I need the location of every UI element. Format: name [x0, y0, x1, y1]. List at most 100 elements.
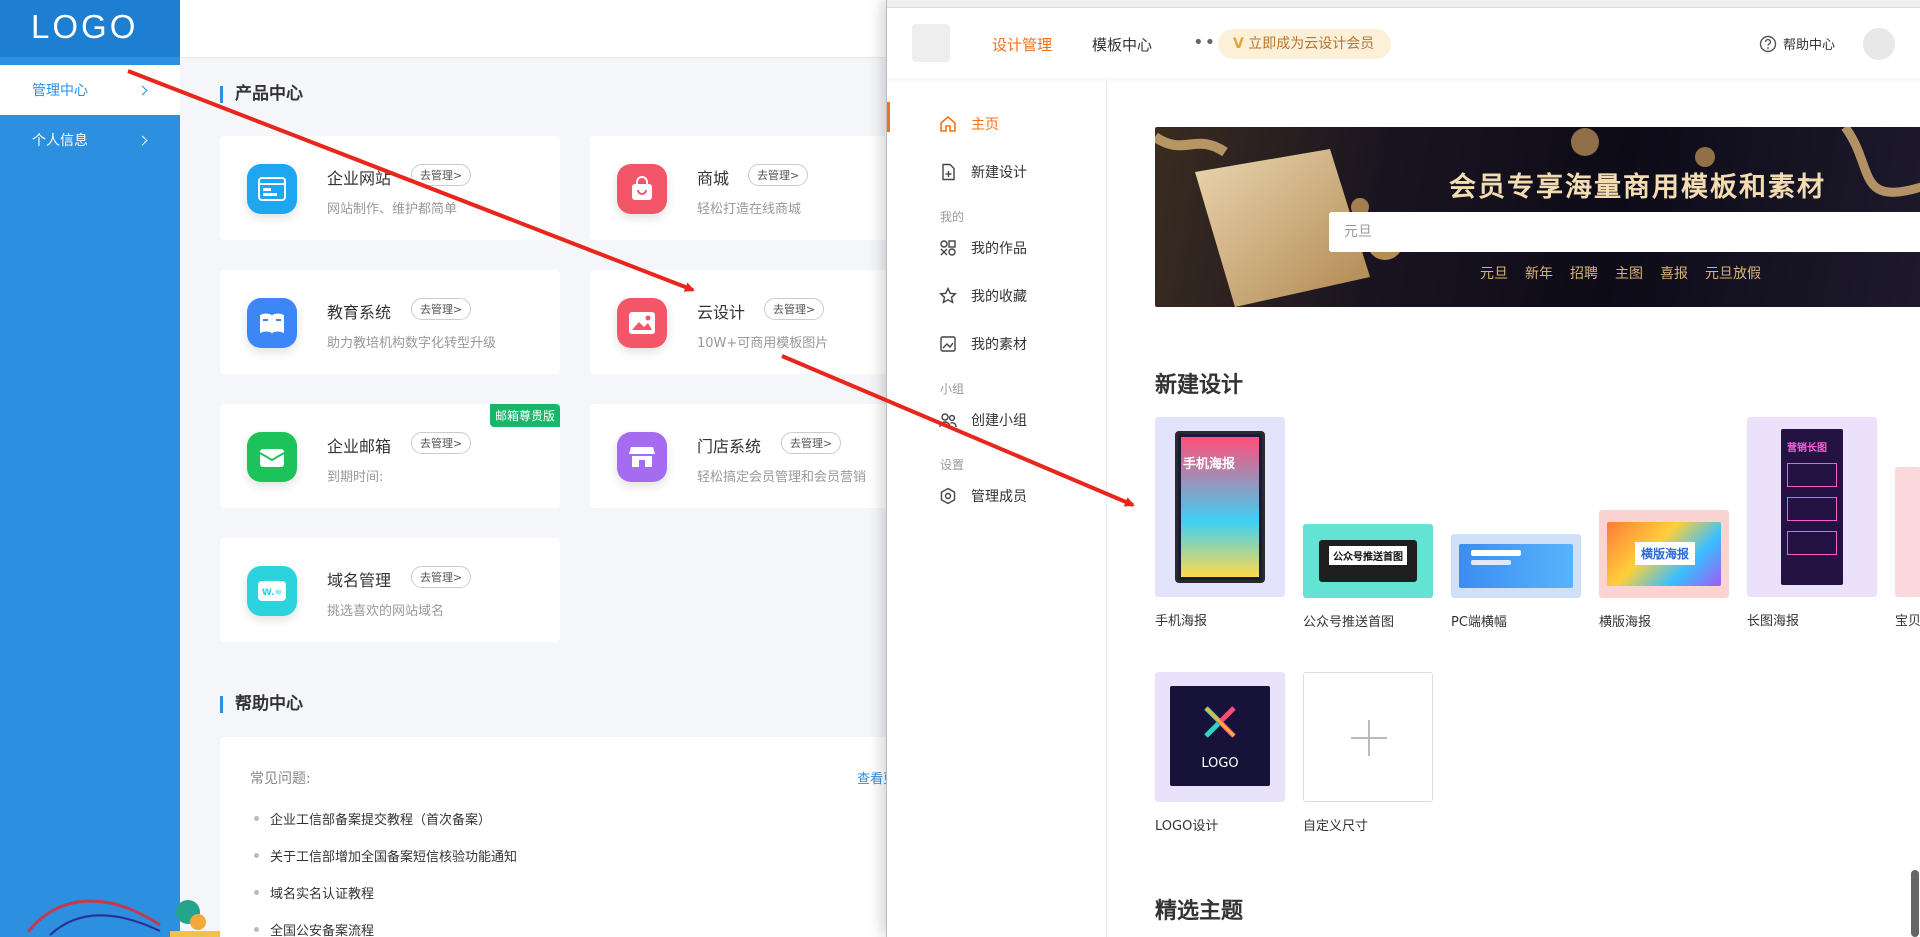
sidebar-item-profile[interactable]: 个人信息: [0, 115, 180, 165]
hot-tag[interactable]: 元旦: [1480, 263, 1508, 283]
logo-mark-icon: [1204, 706, 1236, 738]
hot-tag[interactable]: 主图: [1615, 263, 1643, 283]
template-thumb: 横版海报: [1599, 510, 1729, 598]
template-label: 手机海报: [1155, 614, 1208, 629]
image-icon: [617, 298, 667, 348]
template-logo-design[interactable]: LOGO LOGO设计: [1155, 672, 1285, 834]
settings-icon: [940, 487, 956, 505]
hot-tag[interactable]: 招聘: [1570, 263, 1598, 283]
nav-design-manage[interactable]: 设计管理: [992, 34, 1052, 55]
banner-slogan: 会员专享海量商用模板和素材: [1449, 172, 1826, 203]
manage-button[interactable]: 去管理>: [781, 432, 842, 454]
sidebar-item-label: 管理中心: [32, 83, 88, 99]
logo: LOGO: [0, 0, 180, 57]
template-thumb: [1303, 672, 1433, 802]
design-nav-label: 我的作品: [971, 241, 1027, 257]
template-product-image[interactable]: 宝贝: [1895, 467, 1920, 629]
become-vip-button[interactable]: V 立即成为云设计会员: [1218, 29, 1392, 59]
help-center-title: 帮助中心: [220, 696, 303, 713]
product-card-cloud-design[interactable]: 云设计 去管理> 10W+可商用模板图片: [590, 270, 930, 374]
hot-tag[interactable]: 喜报: [1660, 263, 1688, 283]
premium-badge: 邮箱尊贵版: [489, 404, 560, 427]
group-label-mine: 我的: [940, 210, 965, 224]
faq-item[interactable]: 全国公安备案流程: [253, 920, 374, 937]
app-logo-icon[interactable]: [912, 24, 950, 62]
product-desc: 网站制作、维护都简单: [327, 202, 458, 217]
faq-item[interactable]: 关于工信部增加全国备案短信核验功能通知: [253, 846, 517, 865]
help-center-link[interactable]: 帮助中心: [1759, 34, 1835, 53]
design-nav-my-materials[interactable]: 我的素材: [939, 334, 1027, 354]
product-desc: 10W+可商用模板图片: [697, 336, 829, 351]
template-custom-size[interactable]: 自定义尺寸: [1303, 672, 1433, 834]
thumb-text: 营销长图: [1787, 443, 1827, 454]
works-icon: [940, 240, 956, 256]
hot-tag[interactable]: 元旦放假: [1705, 263, 1761, 283]
nav-template-center[interactable]: 模板中心: [1092, 34, 1152, 55]
manage-button[interactable]: 去管理>: [411, 432, 472, 454]
team-icon: [939, 413, 957, 428]
sidebar-item-label: 个人信息: [32, 133, 88, 149]
product-name: 商城: [697, 169, 730, 188]
manage-button[interactable]: 去管理>: [748, 164, 809, 186]
product-card-website[interactable]: 企业网站 去管理> 网站制作、维护都简单: [220, 136, 560, 240]
product-card-store[interactable]: 门店系统 去管理> 轻松搞定会员管理和会员营销: [590, 404, 930, 508]
design-nav-label: 新建设计: [971, 165, 1027, 181]
template-label: 自定义尺寸: [1303, 819, 1369, 834]
design-nav-new-design[interactable]: 新建设计: [939, 162, 1027, 182]
template-long-poster[interactable]: 营销长图 长图海报: [1747, 417, 1877, 629]
product-name: 教育系统: [327, 303, 392, 322]
design-nav-my-works[interactable]: 我的作品: [939, 238, 1027, 258]
thumb-text: LOGO: [1201, 756, 1239, 771]
manage-button[interactable]: 去管理>: [764, 298, 825, 320]
admin-sidebar: LOGO 管理中心 个人信息: [0, 0, 225, 937]
product-card-mail[interactable]: 邮箱尊贵版 企业邮箱 去管理> 到期时间:: [220, 404, 560, 508]
faq-item[interactable]: 域名实名认证教程: [253, 883, 374, 902]
star-icon: [939, 287, 957, 304]
design-nav-home[interactable]: 主页: [939, 114, 999, 134]
avatar[interactable]: [1863, 28, 1895, 60]
shopping-bag-icon: [617, 164, 667, 214]
design-nav-my-favorites[interactable]: 我的收藏: [939, 286, 1027, 306]
vip-banner: 会员专享海量商用模板和素材 元旦 新年 招聘 主图 喜报 元旦放假: [1155, 127, 1920, 307]
product-desc: 挑选喜欢的网站域名: [327, 604, 445, 619]
help-circle-icon: [1759, 35, 1777, 52]
thumb-text: 手机海报: [1183, 457, 1236, 472]
design-nav-manage-members[interactable]: 管理成员: [939, 486, 1027, 506]
manage-button[interactable]: 去管理>: [411, 566, 472, 588]
product-name: 门店系统: [697, 437, 762, 456]
domain-icon: W.=: [247, 566, 297, 616]
help-link-label: 帮助中心: [1783, 38, 1836, 53]
template-label: LOGO设计: [1155, 819, 1219, 834]
hot-tag[interactable]: 新年: [1525, 263, 1553, 283]
design-nav-label: 我的素材: [971, 337, 1027, 353]
template-thumb: [1451, 534, 1581, 598]
vip-button-label: 立即成为云设计会员: [1248, 36, 1375, 52]
manage-button[interactable]: 去管理>: [411, 298, 472, 320]
template-label: PC端横幅: [1451, 615, 1507, 630]
vip-icon: V: [1233, 36, 1244, 52]
design-nav-create-team[interactable]: 创建小组: [939, 410, 1027, 430]
group-label-team: 小组: [940, 382, 965, 396]
product-name: 企业网站: [327, 169, 392, 188]
picture-icon: [940, 336, 956, 352]
window-scrollbar[interactable]: [1911, 870, 1919, 937]
template-label: 公众号推送首图: [1303, 615, 1395, 630]
sidebar-item-management[interactable]: 管理中心: [0, 65, 180, 115]
product-card-domain[interactable]: W.= 域名管理 去管理> 挑选喜欢的网站域名: [220, 538, 560, 642]
manage-button[interactable]: 去管理>: [411, 164, 472, 186]
chevron-right-icon: [137, 85, 148, 95]
product-desc: 轻松打造在线商城: [697, 202, 802, 217]
template-thumb: 营销长图: [1747, 417, 1877, 597]
faq-item[interactable]: 企业工信部备案提交教程（首次备案）: [253, 809, 491, 828]
template-search-input[interactable]: [1329, 212, 1920, 252]
product-card-mall[interactable]: 商城 去管理> 轻松打造在线商城: [590, 136, 930, 240]
template-wechat-cover[interactable]: 公众号推送首图 公众号推送首图: [1303, 524, 1433, 630]
template-pc-banner[interactable]: PC端横幅: [1451, 534, 1581, 630]
product-name: 企业邮箱: [327, 437, 392, 456]
design-sidebar: 主页 新建设计 我的 我的作品 我的收藏 我的素材 小组 创建小组 设置 管理成…: [887, 78, 1107, 937]
template-landscape-poster[interactable]: 横版海报 横版海报: [1599, 510, 1729, 630]
template-label: 宝贝: [1895, 614, 1920, 629]
template-mobile-poster[interactable]: 手机海报 手机海报: [1155, 417, 1285, 629]
chevron-right-icon: [137, 135, 148, 145]
product-card-education[interactable]: 教育系统 去管理> 助力教培机构数字化转型升级: [220, 270, 560, 374]
